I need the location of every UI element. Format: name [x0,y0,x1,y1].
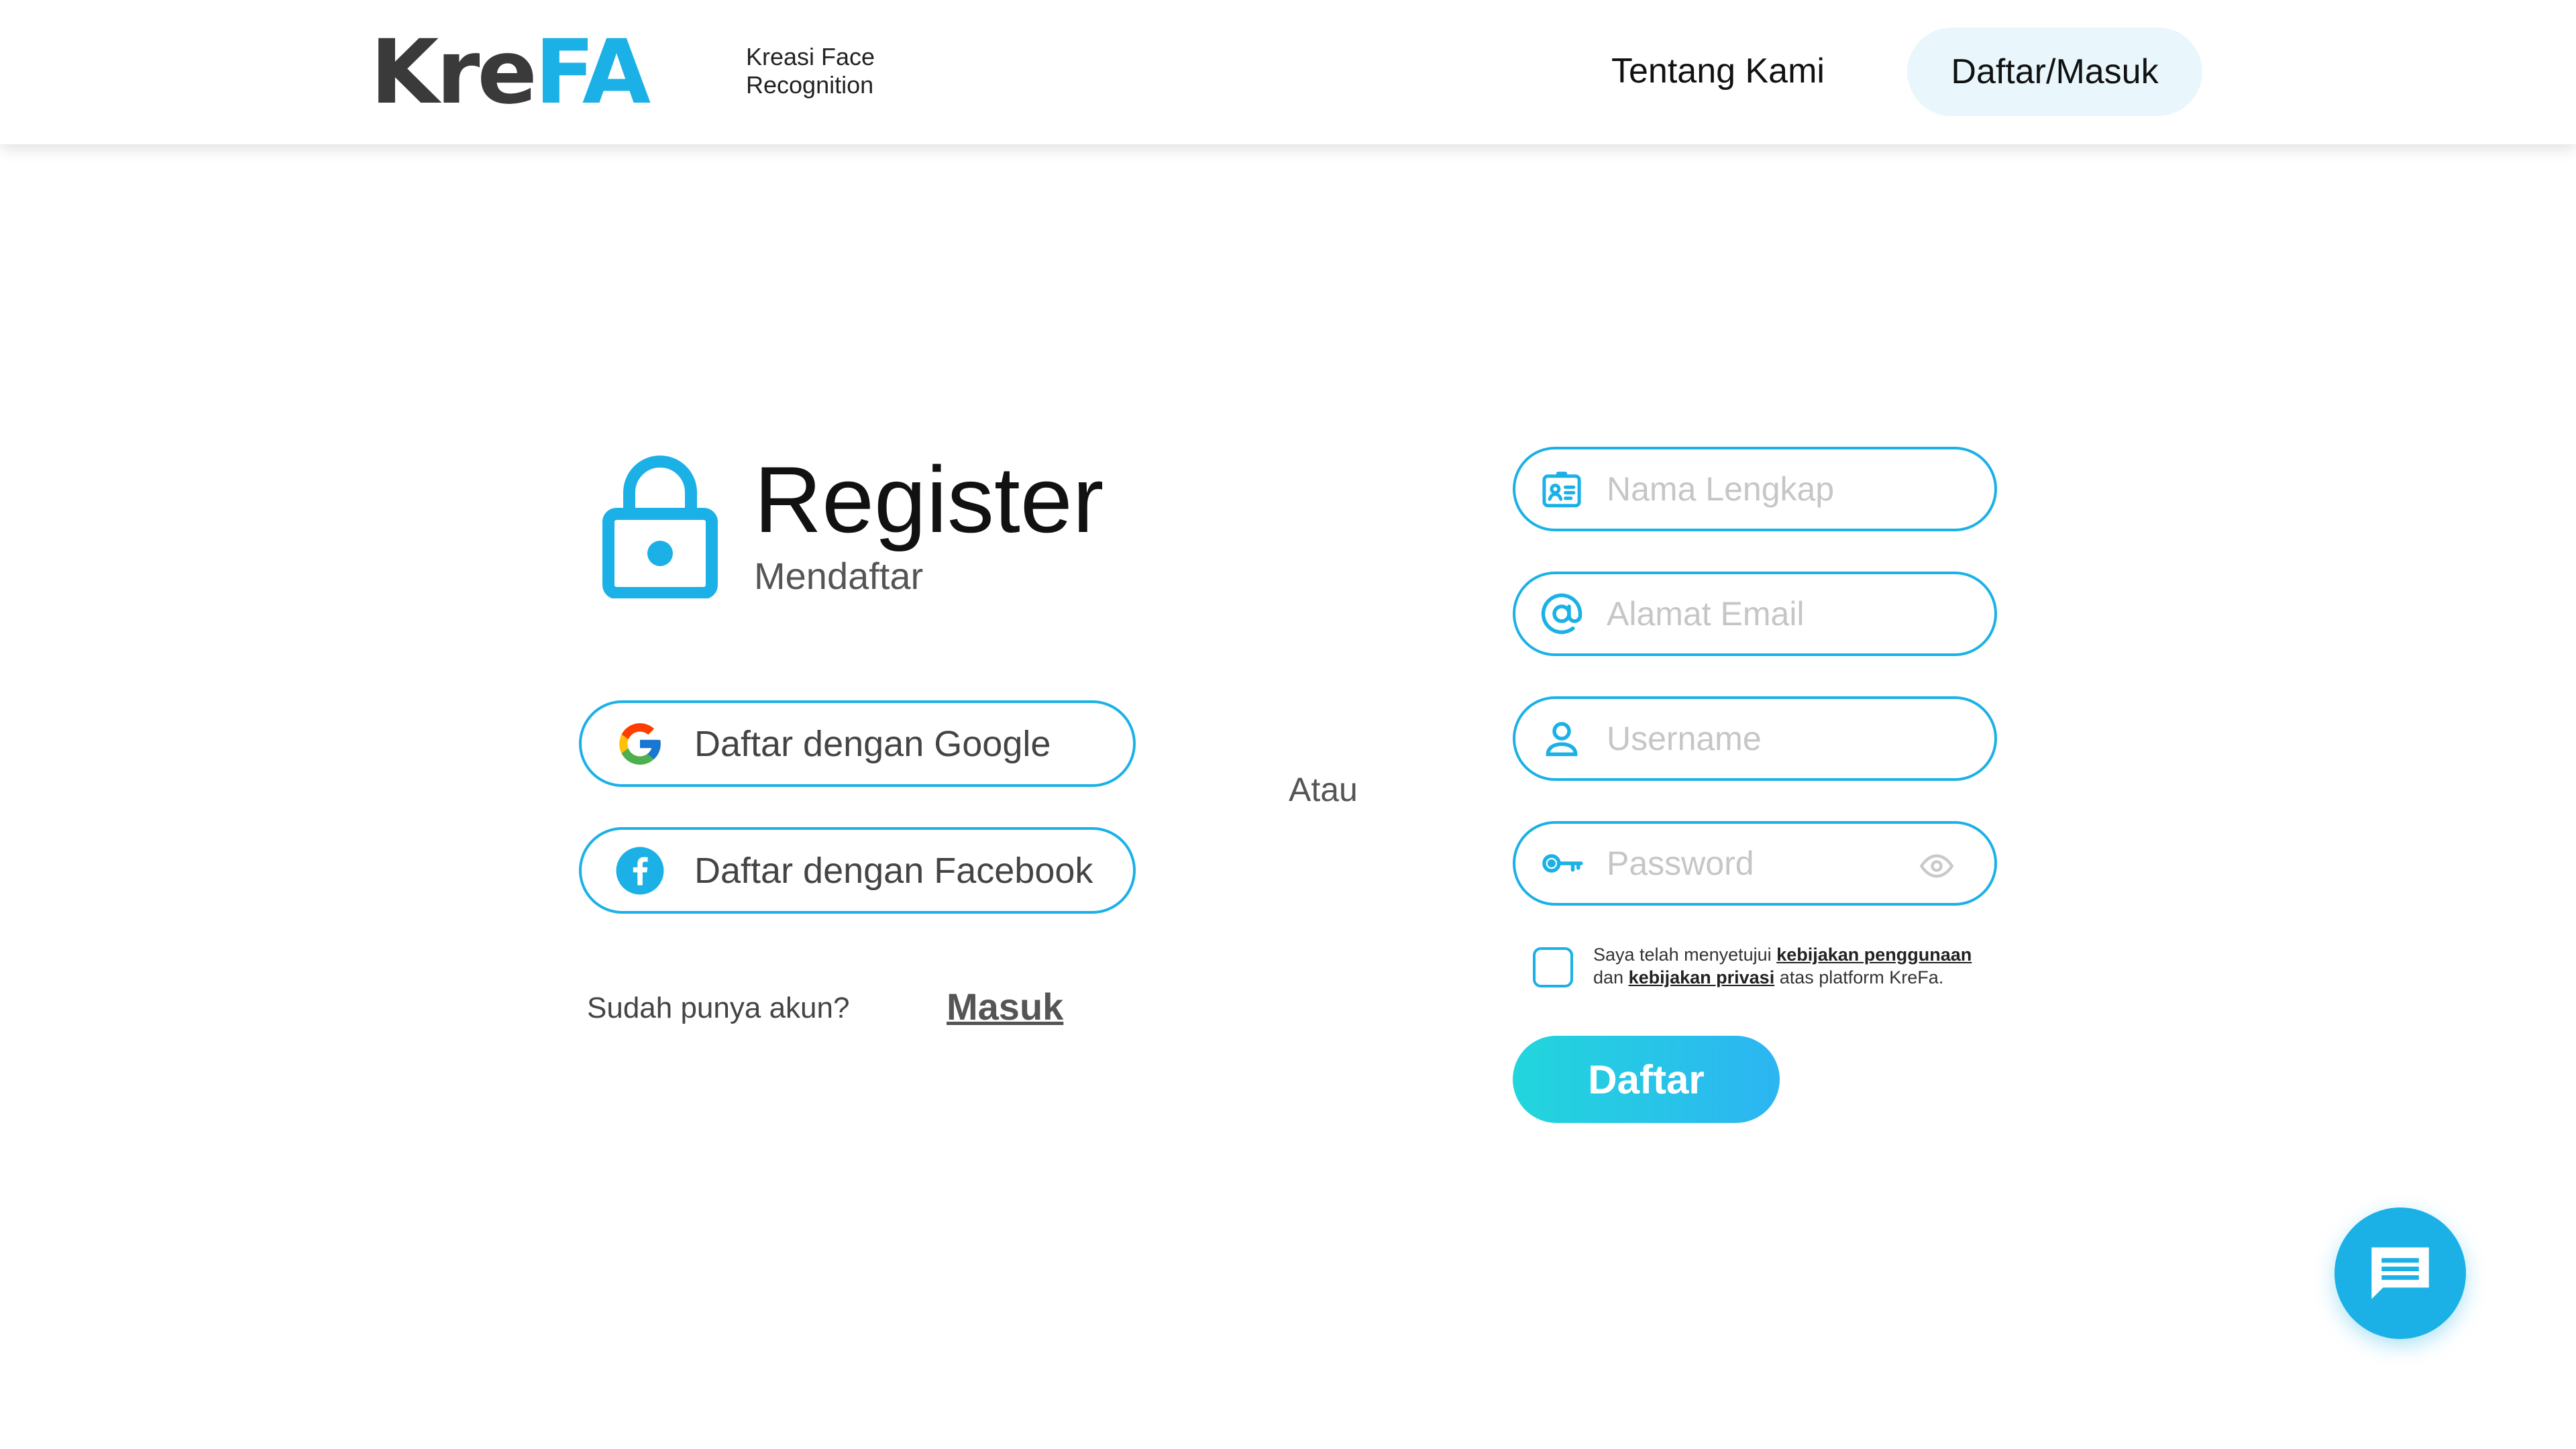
brand-tagline: Kreasi Face Recognition [746,43,920,99]
terms-checkbox[interactable] [1533,947,1573,987]
register-google-button[interactable]: Daftar dengan Google [579,700,1136,787]
nav-link-about[interactable]: Tentang Kami [1611,51,1825,91]
terms-text-1: Saya telah menyetujui [1593,945,1772,965]
or-divider-text: Atau [1289,771,1358,808]
username-field[interactable] [1513,696,1997,781]
username-input[interactable] [1607,719,1902,758]
top-navbar: KreFA Kreasi Face Recognition Tentang Ka… [0,0,2576,144]
at-sign-icon [1541,593,1582,635]
full-name-field[interactable] [1513,447,1997,531]
terms-usage-policy-link[interactable]: kebijakan penggunaan [1776,945,1972,965]
password-input[interactable] [1607,844,1902,883]
have-account-text: Sudah punya akun? [587,991,850,1024]
terms-text: Saya telah menyetujui kebijakan pengguna… [1593,943,2036,989]
key-icon [1542,854,1583,873]
id-card-icon [1542,472,1581,508]
password-field[interactable] [1513,821,1997,906]
brand-logo[interactable]: KreFA [370,25,651,119]
nav-button-register-login[interactable]: Daftar/Masuk [1907,28,2202,116]
page-subtitle: Mendaftar [754,555,924,597]
login-link[interactable]: Masuk [947,985,1063,1028]
register-google-label: Daftar dengan Google [694,723,1051,764]
page-title: Register [754,447,1104,552]
email-field[interactable] [1513,572,1997,656]
terms-privacy-policy-link[interactable]: kebijakan privasi [1629,967,1775,987]
register-facebook-label: Daftar dengan Facebook [694,850,1093,891]
chat-button[interactable] [2334,1208,2466,1339]
terms-text-3: atas platform KreFa. [1779,967,1944,987]
register-submit-button[interactable]: Daftar [1513,1036,1780,1123]
logo-part-kre: Kre [370,21,537,124]
email-input[interactable] [1607,594,1902,633]
logo-part-fa: FA [534,21,651,124]
full-name-input[interactable] [1607,470,1902,508]
tagline-line-2: Recognition [746,71,874,99]
eye-icon[interactable] [1919,849,1954,883]
terms-text-2: dan [1593,967,1624,987]
tagline-line-1: Kreasi Face [746,43,875,70]
user-icon [1546,722,1578,757]
lock-icon [602,455,718,598]
facebook-icon [616,847,664,894]
chat-icon [2371,1247,2429,1299]
google-icon [619,722,661,765]
register-facebook-button[interactable]: Daftar dengan Facebook [579,827,1136,914]
